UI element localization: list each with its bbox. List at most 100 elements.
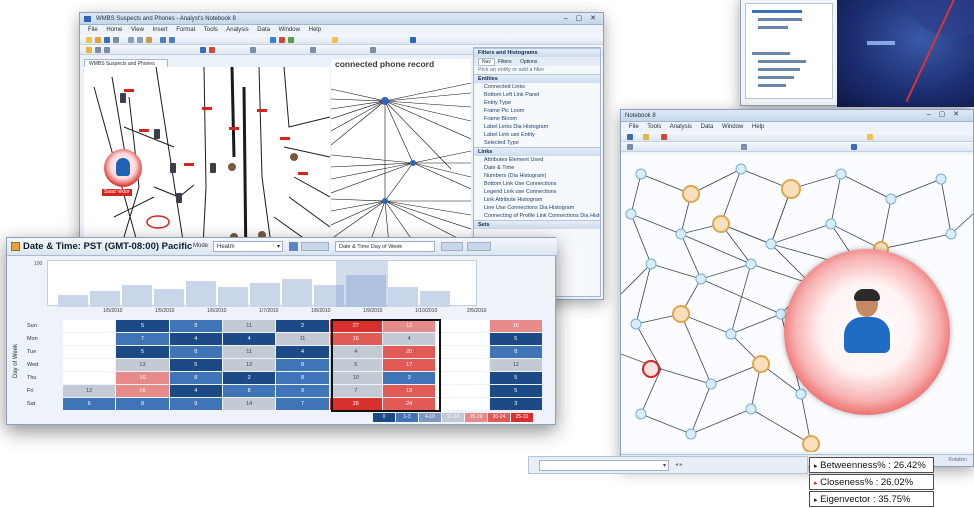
heatmap-cell[interactable] — [63, 359, 116, 371]
zoom-icon[interactable] — [643, 134, 649, 140]
menu-analysis[interactable]: Analysis — [670, 124, 692, 130]
redo-icon[interactable] — [169, 37, 175, 43]
heatmap-cell[interactable]: 6 — [63, 398, 116, 410]
link-fan-chart[interactable]: connected phone record — [331, 59, 471, 267]
heatmap-cell[interactable]: 7 — [276, 398, 329, 410]
heatmap-cell[interactable]: 16 — [116, 385, 169, 397]
export-icon[interactable] — [301, 242, 329, 251]
chart-icon[interactable] — [332, 37, 338, 43]
heatmap-cell[interactable] — [436, 398, 489, 410]
filter-row[interactable]: Entity Type — [474, 99, 600, 107]
heatmap-cell[interactable]: 9 — [169, 398, 222, 410]
heatmap-cell[interactable]: 5 — [489, 333, 542, 345]
cut-icon[interactable] — [128, 37, 134, 43]
filter-row[interactable]: Bottom Left Link Panel — [474, 91, 600, 99]
menu-data[interactable]: Data — [701, 124, 714, 130]
menu-window[interactable]: Window — [722, 124, 743, 130]
tab-options[interactable]: Options — [520, 59, 537, 65]
link-icon[interactable] — [279, 37, 285, 43]
entity-icon[interactable] — [288, 37, 294, 43]
filter-row[interactable]: Label Link use Entity — [474, 131, 600, 139]
line-icon[interactable] — [370, 47, 376, 53]
filter-row[interactable]: Link Attribute Histogram — [474, 196, 600, 204]
tab-filters[interactable]: Filters — [498, 59, 512, 65]
heatmap-cell[interactable]: 16 — [116, 372, 169, 384]
menu-window[interactable]: Window — [279, 27, 300, 33]
heatmap-cell[interactable]: 2 — [223, 372, 276, 384]
heatmap-cell[interactable]: 5 — [116, 320, 169, 332]
menu-file[interactable]: File — [88, 27, 98, 33]
heatmap-cell[interactable] — [63, 333, 116, 345]
heatmap-cell[interactable] — [436, 333, 489, 345]
heatmap-grid[interactable]: 5 8 11 2 27 12 16 7 4 4 11 16 4 5 5 8 11 4 4 20 8 13 5 12 8 5 17 12… — [63, 320, 543, 412]
heatmap-cell[interactable]: 8 — [489, 346, 542, 358]
heatmap-cell[interactable] — [436, 359, 489, 371]
help-icon[interactable] — [410, 37, 416, 43]
print-icon[interactable] — [113, 37, 119, 43]
filter-row[interactable]: Date & Time — [474, 164, 600, 172]
arrow-icon[interactable] — [741, 144, 747, 150]
heatmap-cell[interactable]: 5 — [489, 372, 542, 384]
heatmap-cell[interactable]: 8 — [276, 372, 329, 384]
network-chart[interactable] — [621, 154, 973, 452]
heatmap-cell[interactable]: 12 — [63, 385, 116, 397]
heatmap-cell[interactable]: 11 — [223, 320, 276, 332]
filter-row[interactable]: Attributes Element Used — [474, 156, 600, 164]
heatmap-cell[interactable]: 8 — [276, 359, 329, 371]
heatmap-cell[interactable]: 8 — [169, 372, 222, 384]
filter-row[interactable]: Label Links Dia Histogram — [474, 123, 600, 131]
layout-icon[interactable] — [627, 144, 633, 150]
satellite-map[interactable] — [837, 0, 974, 107]
heatmap-cell[interactable] — [436, 372, 489, 384]
paste-icon[interactable] — [146, 37, 152, 43]
color-icon[interactable] — [851, 144, 857, 150]
heatmap-cell[interactable] — [63, 320, 116, 332]
heatmap-cell[interactable]: 12 — [223, 359, 276, 371]
heatmap-cell[interactable]: 7 — [116, 333, 169, 345]
menu-help[interactable]: Help — [309, 27, 321, 33]
zoom-icon[interactable] — [270, 37, 276, 43]
menu-data[interactable]: Data — [257, 27, 270, 33]
menu-tools[interactable]: Tools — [647, 124, 661, 130]
heatmap-cell[interactable] — [436, 385, 489, 397]
window-controls[interactable]: – ▢ ✕ — [564, 13, 599, 24]
heatmap-cell[interactable]: 8 — [223, 385, 276, 397]
grid-icon[interactable] — [95, 47, 101, 53]
heatmap-cell[interactable]: 2 — [276, 320, 329, 332]
heatmap-cell[interactable] — [63, 346, 116, 358]
heatmap-cell[interactable]: 13 — [116, 359, 169, 371]
filter-row[interactable]: Selected Type — [474, 139, 600, 147]
section-sets[interactable]: Sets — [474, 220, 600, 229]
undo-icon[interactable] — [160, 37, 166, 43]
menu-format[interactable]: Format — [176, 27, 195, 33]
heatmap-cell[interactable]: 16 — [489, 320, 542, 332]
chart-tab[interactable]: WMBS Suspects and Phones — [84, 59, 168, 67]
heatmap-cell[interactable]: 12 — [489, 359, 542, 371]
heatmap-cell[interactable]: 8 — [169, 320, 222, 332]
heatmap-cell[interactable]: 4 — [223, 333, 276, 345]
group-select[interactable]: Date & Time Day of Week — [335, 241, 435, 252]
window-controls[interactable]: – ▢ ✕ — [927, 110, 962, 120]
arrow-icon[interactable] — [310, 47, 316, 53]
section-links[interactable]: Links — [474, 147, 600, 156]
color-icon[interactable] — [209, 47, 215, 53]
open-icon[interactable] — [95, 37, 101, 43]
heatmap-cell[interactable]: 4 — [169, 385, 222, 397]
heatmap-cell[interactable]: 8 — [169, 346, 222, 358]
settings-icon[interactable] — [289, 242, 298, 251]
font-icon[interactable] — [200, 47, 206, 53]
menu-insert[interactable]: Insert — [153, 27, 168, 33]
heatmap-cell[interactable]: 5 — [489, 385, 542, 397]
filter-icon[interactable] — [441, 242, 463, 251]
search-combo[interactable]: ▾ — [539, 460, 669, 471]
heatmap-cell[interactable]: 11 — [223, 346, 276, 358]
filter-row[interactable]: Legend Link use Connections — [474, 188, 600, 196]
time-histogram[interactable]: 100 — [34, 260, 477, 307]
filter-row[interactable]: Line Use Connections Dia Histogram — [474, 204, 600, 212]
align-icon[interactable] — [250, 47, 256, 53]
section-entities[interactable]: Entities — [474, 74, 600, 83]
save-icon[interactable] — [627, 134, 633, 140]
nav-arrows-icon[interactable]: ◂ ▸ — [675, 461, 683, 468]
filter-row[interactable]: Connecting of Profile Link Connections D… — [474, 212, 600, 220]
selected-person-node[interactable] — [104, 149, 142, 187]
